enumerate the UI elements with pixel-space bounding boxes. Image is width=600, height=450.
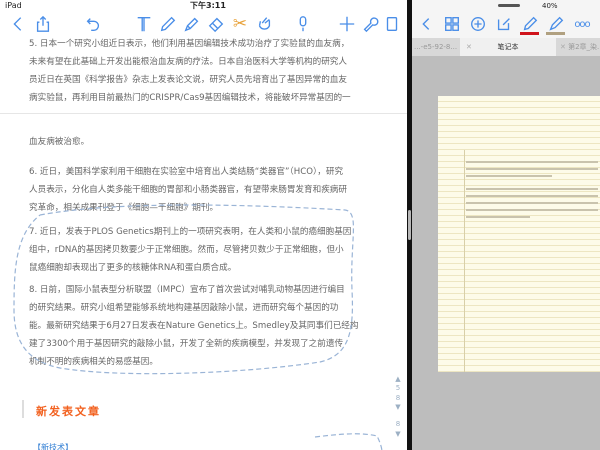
notebook-page[interactable] [438, 96, 600, 372]
lasso-annotation [13, 204, 383, 450]
pen-color-swatch [520, 32, 539, 35]
page-down-icon[interactable]: ▼ [392, 403, 404, 411]
multitask-handle[interactable] [498, 4, 520, 7]
grid-icon[interactable] [442, 14, 462, 34]
back-icon[interactable] [416, 14, 436, 34]
tab[interactable]: ...-e5-92-8... [412, 38, 460, 56]
pen-icon[interactable] [520, 14, 540, 34]
notebook-pane: 40% ooo ...-e5-92-8... ✕ 笔记本 ✕ 第2章_染... [412, 0, 600, 450]
tab-label: 第2章_染... [568, 43, 600, 51]
battery-indicator: 40% [542, 2, 558, 10]
edit-icon[interactable] [494, 14, 514, 34]
total-pages: 8 [395, 394, 401, 402]
tab-label: 笔记本 [497, 43, 519, 51]
highlighter-icon[interactable] [546, 14, 566, 34]
tab-active[interactable]: ✕ 笔记本 [460, 38, 556, 56]
article-tag[interactable]: 【新技术】 [33, 442, 73, 450]
last-page: 8 [395, 420, 401, 428]
close-icon[interactable]: ✕ [560, 43, 568, 51]
more-icon[interactable]: ooo [572, 14, 592, 34]
close-icon[interactable]: ✕ [466, 38, 472, 56]
current-page: 5 [395, 384, 401, 392]
add-icon[interactable] [468, 14, 488, 34]
tab-label: ...-e5-92-8... [414, 43, 458, 51]
heading-bar [22, 400, 24, 418]
page-up-icon[interactable]: ▲ [392, 375, 404, 383]
last-page-icon[interactable]: ▼ [392, 430, 404, 438]
highlighter-color-swatch [546, 32, 565, 35]
tab[interactable]: ✕ 第2章_染... [556, 38, 600, 56]
document-pane: iPad 下午3:11 ✂ 5. 日本一个研究小组近日表示，他们利用基因编辑技术… [0, 0, 407, 450]
section-heading: 新发表文章 [36, 405, 101, 418]
